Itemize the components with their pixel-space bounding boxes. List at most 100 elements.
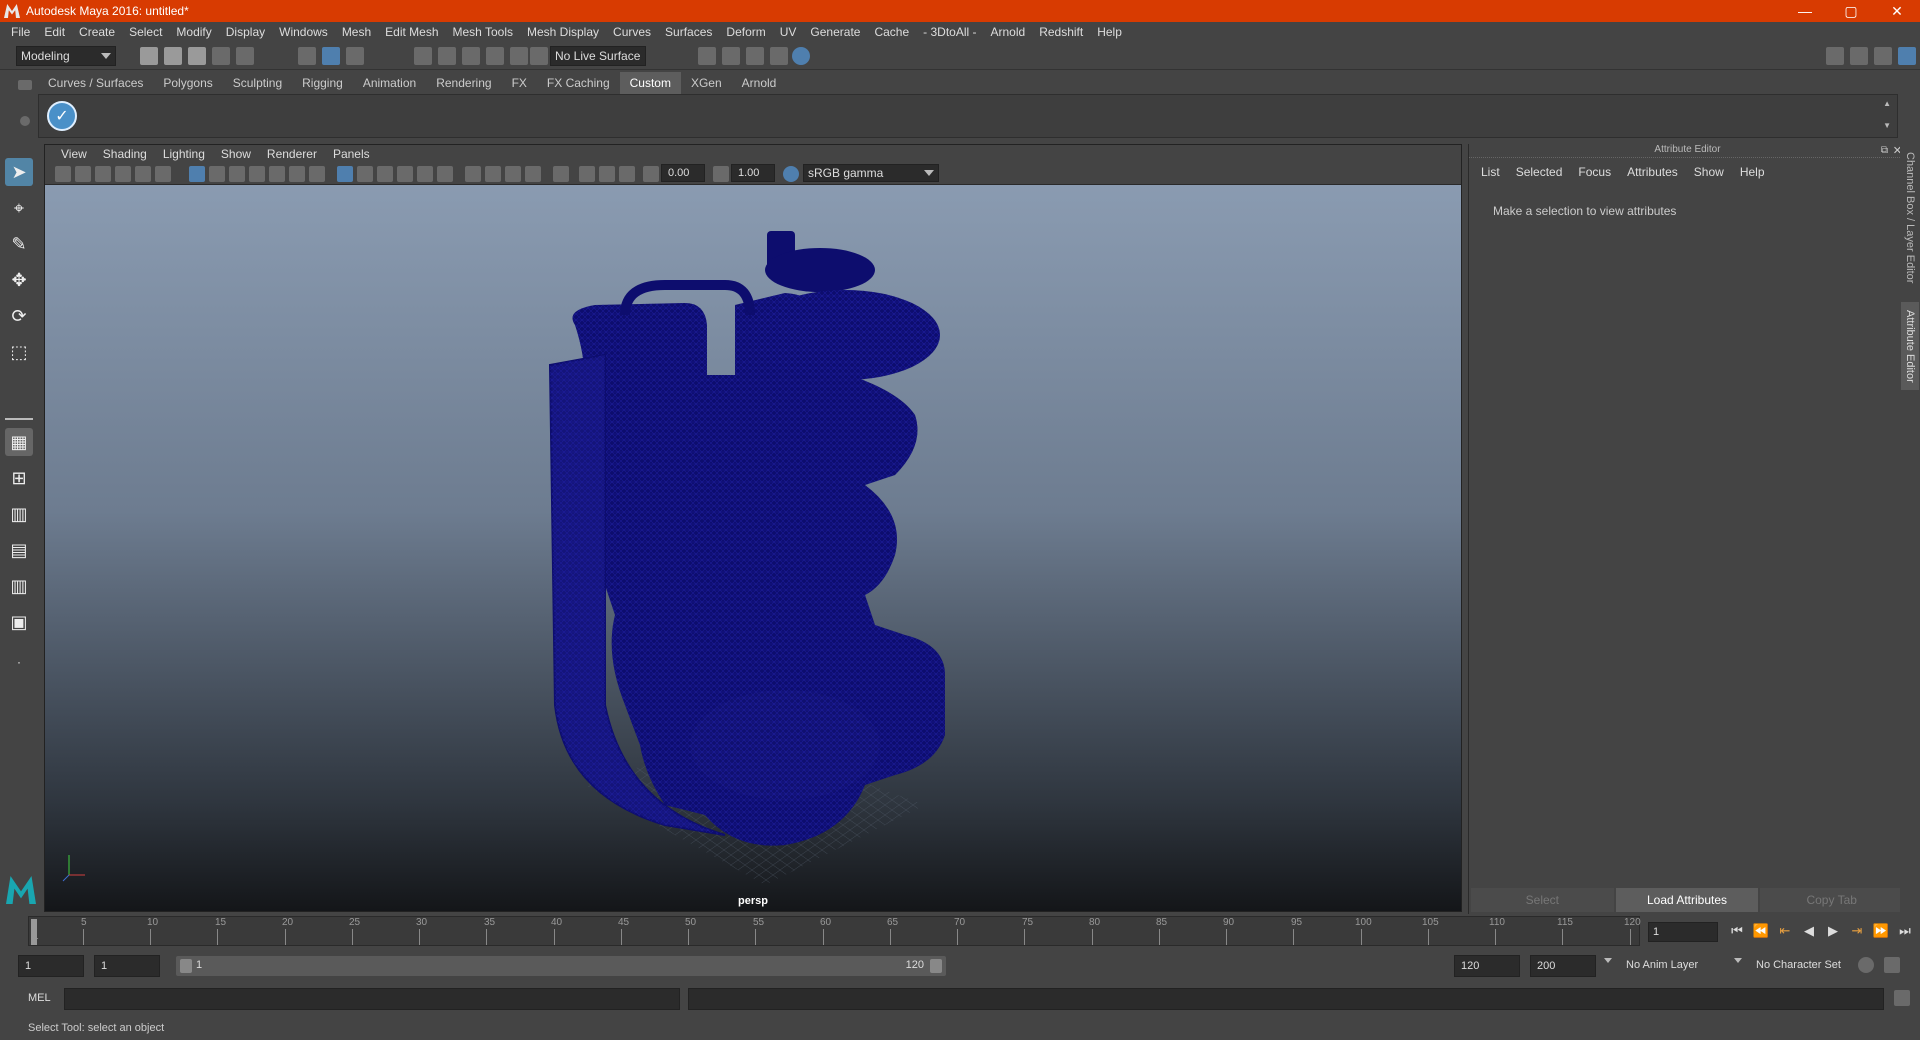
viewport-menu-panels[interactable]: Panels (325, 147, 378, 161)
save-scene-icon[interactable] (188, 47, 206, 65)
lasso-tool-icon[interactable]: ⌖ (5, 194, 33, 222)
go-to-start-icon[interactable]: ⏮ (1728, 923, 1746, 939)
render-frame-icon[interactable] (698, 47, 716, 65)
move-tool-icon[interactable]: ✥ (5, 266, 33, 294)
motion-blur-icon[interactable] (485, 166, 501, 182)
menu-mesh-display[interactable]: Mesh Display (520, 25, 606, 39)
film-gate-icon[interactable] (209, 166, 225, 182)
persp-outliner-layout-icon[interactable]: ▥ (5, 500, 33, 528)
ae-select-button[interactable]: Select (1471, 888, 1614, 912)
ipr-render-icon[interactable] (746, 47, 764, 65)
menu-cache[interactable]: Cache (867, 25, 916, 39)
play-forwards-icon[interactable]: ▶ (1824, 923, 1842, 939)
hypershade-persp-layout-icon[interactable]: ▣ (5, 608, 33, 636)
time-slider-track[interactable]: 1 5 10 15 20 25 30 35 40 45 50 55 60 65 … (28, 916, 1641, 946)
screen-space-ao-icon[interactable] (465, 166, 481, 182)
side-tab-attribute-editor[interactable]: Attribute Editor (1901, 302, 1919, 390)
snap-magnet-icon[interactable] (530, 47, 548, 65)
select-component-icon[interactable] (346, 47, 364, 65)
animation-preferences-icon[interactable] (1884, 957, 1900, 973)
select-object-icon[interactable] (322, 47, 340, 65)
menu-uv[interactable]: UV (773, 25, 804, 39)
menu-mesh-tools[interactable]: Mesh Tools (446, 25, 520, 39)
shelf-menu-icon[interactable] (18, 80, 32, 90)
bookmark-icon[interactable] (95, 166, 111, 182)
menu-help[interactable]: Help (1090, 25, 1129, 39)
select-hierarchy-icon[interactable] (298, 47, 316, 65)
command-language-label[interactable]: MEL (28, 992, 51, 1004)
resolution-gate-icon[interactable] (229, 166, 245, 182)
layout-options-icon[interactable]: · (5, 648, 33, 676)
close-button[interactable]: ✕ (1874, 0, 1920, 22)
backface-culling-icon[interactable] (619, 166, 635, 182)
menu-deform[interactable]: Deform (719, 25, 772, 39)
toggle-channel-box-icon[interactable] (1898, 47, 1916, 65)
shelf-scroll-down-icon[interactable]: ▼ (1883, 121, 1891, 130)
single-perspective-layout-icon[interactable]: ▦ (5, 428, 33, 456)
menu-redshift[interactable]: Redshift (1032, 25, 1090, 39)
shadows-icon[interactable] (437, 166, 453, 182)
shelf-tab-rendering[interactable]: Rendering (426, 72, 501, 94)
ae-menu-attributes[interactable]: Attributes (1619, 165, 1686, 179)
2d-pan-zoom-icon[interactable] (135, 166, 151, 182)
chevron-down-icon[interactable] (1604, 958, 1612, 963)
viewport-menu-renderer[interactable]: Renderer (259, 147, 325, 161)
viewport-menu-view[interactable]: View (53, 147, 95, 161)
image-plane-icon[interactable] (115, 166, 131, 182)
snap-view-icon[interactable] (486, 47, 504, 65)
undo-icon[interactable] (212, 47, 230, 65)
menu-windows[interactable]: Windows (272, 25, 335, 39)
exposure-icon[interactable] (643, 166, 659, 182)
range-start-handle[interactable] (180, 959, 192, 973)
paint-select-tool-icon[interactable]: ✎ (5, 230, 33, 258)
menu-file[interactable]: File (4, 25, 37, 39)
shelf-tab-fx-caching[interactable]: FX Caching (537, 72, 620, 94)
toggle-attribute-editor-icon[interactable] (1850, 47, 1868, 65)
menu-generate[interactable]: Generate (803, 25, 867, 39)
menu-curves[interactable]: Curves (606, 25, 658, 39)
step-forward-key-icon[interactable]: ⇥ (1848, 923, 1866, 939)
anti-aliasing-icon[interactable] (505, 166, 521, 182)
script-editor-icon[interactable] (1894, 990, 1910, 1006)
current-frame-field[interactable]: 1 (1648, 922, 1718, 942)
four-view-layout-icon[interactable]: ⊞ (5, 464, 33, 492)
scale-tool-icon[interactable]: ⬚ (5, 338, 33, 366)
isolate-select-icon[interactable] (553, 166, 569, 182)
menu-edit-mesh[interactable]: Edit Mesh (378, 25, 445, 39)
gamma-field[interactable]: 1.00 (731, 164, 775, 182)
grid-toggle-icon[interactable] (189, 166, 205, 182)
minimize-button[interactable]: — (1782, 0, 1828, 22)
wireframe-model[interactable] (548, 231, 945, 846)
outliner-persp-graph-layout-icon[interactable]: ▥ (5, 572, 33, 600)
menu-3dtoall[interactable]: - 3DtoAll - (916, 25, 983, 39)
wireframe-icon[interactable] (337, 166, 353, 182)
shelf-scroll-up-icon[interactable]: ▲ (1883, 99, 1891, 108)
gate-mask-icon[interactable] (249, 166, 265, 182)
float-panel-icon[interactable]: ⧉ (1881, 145, 1888, 156)
wireframe-on-shaded-icon[interactable] (377, 166, 393, 182)
rotate-tool-icon[interactable]: ⟳ (5, 302, 33, 330)
range-slider-bar[interactable]: 1 120 (176, 956, 946, 976)
ae-copy-tab-button[interactable]: Copy Tab (1760, 888, 1904, 912)
shelf-tab-sculpting[interactable]: Sculpting (223, 72, 292, 94)
menu-create[interactable]: Create (72, 25, 122, 39)
use-all-lights-icon[interactable] (417, 166, 433, 182)
go-to-end-icon[interactable]: ⏭ (1896, 923, 1914, 939)
viewport-menu-lighting[interactable]: Lighting (155, 147, 213, 161)
select-tool-icon[interactable]: ➤ (5, 158, 33, 186)
viewport-scene[interactable]: persp (45, 185, 1461, 911)
textured-icon[interactable] (397, 166, 413, 182)
hypershade-icon[interactable] (792, 47, 810, 65)
snap-point-icon[interactable] (462, 47, 480, 65)
grease-pencil-icon[interactable] (155, 166, 171, 182)
side-tab-channel-box[interactable]: Channel Box / Layer Editor (1901, 148, 1919, 288)
checkmark-shelf-icon[interactable]: ✓ (47, 101, 77, 131)
exposure-field[interactable]: 0.00 (661, 164, 705, 182)
play-backwards-icon[interactable]: ◀ (1800, 923, 1818, 939)
depth-of-field-icon[interactable] (525, 166, 541, 182)
toggle-modeling-toolkit-icon[interactable] (1826, 47, 1844, 65)
xray-joints-icon[interactable] (599, 166, 615, 182)
shelf-tab-arnold[interactable]: Arnold (732, 72, 787, 94)
shelf-tab-rigging[interactable]: Rigging (292, 72, 353, 94)
shelf-tab-curves-surfaces[interactable]: Curves / Surfaces (38, 72, 153, 94)
